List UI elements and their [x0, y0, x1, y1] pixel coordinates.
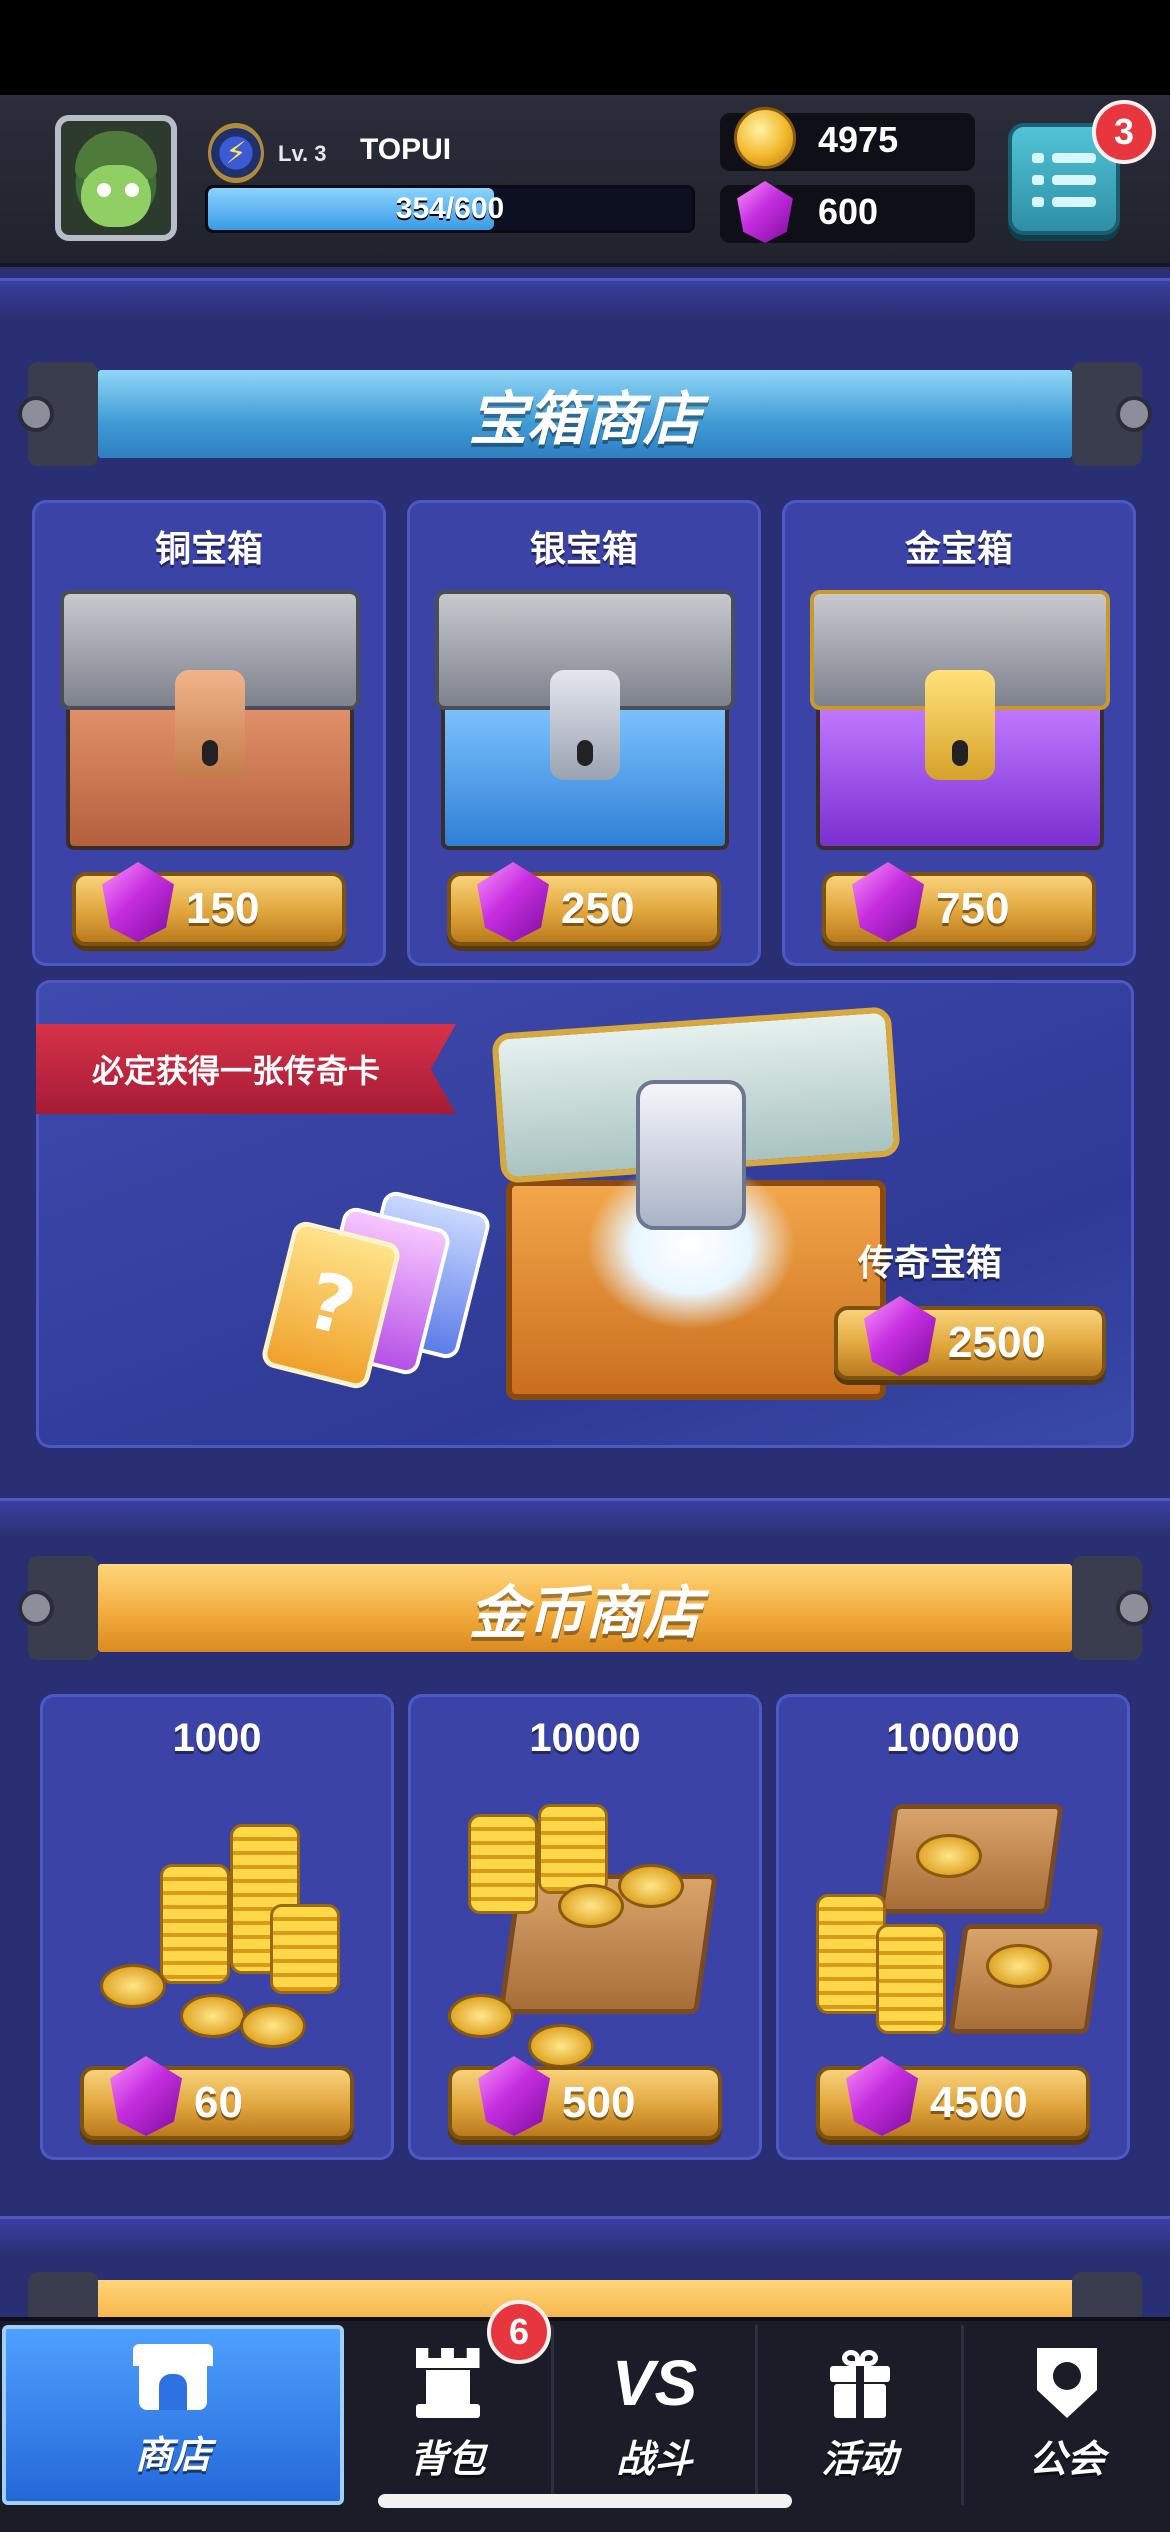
tab-label: 公会 [1028, 2437, 1105, 2481]
price-value: 4500 [930, 2078, 1028, 2127]
buy-gold-chest-button[interactable]: 750 [822, 862, 1096, 946]
bronze-chest-icon [60, 590, 360, 850]
tab-label: 背包 [409, 2437, 486, 2481]
chest-name: 铜宝箱 [154, 529, 263, 570]
tab-shop[interactable]: 商店 [2, 2325, 344, 2505]
gem-icon [477, 862, 549, 942]
coin-pack-amount: 1000 [172, 1716, 262, 1760]
chest-name: 银宝箱 [529, 529, 638, 570]
section-divider [0, 2216, 1170, 2256]
buy-coin-pack-medium-button[interactable]: 500 [448, 2056, 722, 2140]
player-level: Lv. 3 [278, 141, 327, 166]
coin-pack-medium-card[interactable]: 10000 500 [408, 1694, 762, 2160]
section-divider [0, 1498, 1170, 1538]
gem-icon [852, 862, 924, 942]
tab-label: 商店 [134, 2433, 211, 2477]
player-name: TOPUI [360, 133, 452, 166]
shop-icon [133, 2344, 213, 2414]
coin-balance[interactable]: 4975 [720, 107, 975, 171]
coin-shop-banner: 金币商店 [18, 1556, 1152, 1660]
vs-icon: VS [611, 2347, 698, 2419]
coin-icon [734, 107, 796, 169]
silver-chest-card[interactable]: 银宝箱 250 [407, 500, 761, 966]
buy-coin-pack-large-button[interactable]: 4500 [816, 2056, 1090, 2140]
price-value: 750 [936, 884, 1010, 933]
coin-pack-small-card[interactable]: 1000 60 [40, 1694, 394, 2160]
legendary-chest-name: 传奇宝箱 [858, 1243, 1003, 1284]
buy-legendary-chest-button[interactable]: 2500 [834, 1296, 1106, 1380]
gem-icon [846, 2056, 918, 2136]
player-avatar[interactable] [55, 115, 177, 241]
coin-crates-icon [816, 1794, 1104, 2044]
legendary-ribbon: 必定获得一张传奇卡 [36, 1024, 456, 1114]
coin-pack-amount: 10000 [529, 1716, 641, 1760]
coin-pile-icon [80, 1794, 354, 2048]
coin-crate-icon [448, 1794, 722, 2068]
chest-shop-title: 宝箱商店 [468, 385, 701, 453]
lightning-level-icon: ⚡ [208, 123, 264, 183]
price-value: 250 [561, 884, 635, 933]
gem-balance[interactable]: 600 [720, 181, 975, 243]
section-divider [0, 278, 1170, 318]
top-header: ⚡ Lv. 3 TOPUI 354/600 4975 600 [0, 95, 1170, 267]
guild-shield-icon [1027, 2348, 1107, 2418]
xp-progress-bar: 354/600 [205, 185, 695, 233]
gift-icon [820, 2348, 900, 2418]
tab-guild[interactable]: 公会 [964, 2325, 1170, 2505]
xp-progress-text: 354/600 [395, 192, 505, 225]
tab-events[interactable]: 活动 [758, 2325, 964, 2505]
coin-shop-title: 金币商店 [468, 1579, 701, 1647]
gold-chest-card[interactable]: 金宝箱 750 [782, 500, 1136, 966]
price-value: 2500 [948, 1318, 1046, 1367]
silver-chest-icon [435, 590, 735, 850]
chest-shop-banner: 宝箱商店 [18, 362, 1152, 466]
coin-pack-large-card[interactable]: 100000 4500 [776, 1694, 1130, 2160]
legendary-chest-card[interactable]: 必定获得一张传奇卡 ? 传奇宝箱 2500 [36, 980, 1134, 1448]
tab-battle[interactable]: VS 战斗 [554, 2325, 758, 2505]
backpack-notification-badge: 6 [487, 2300, 551, 2364]
coin-pack-amount: 100000 [886, 1716, 1020, 1760]
buy-bronze-chest-button[interactable]: 150 [72, 862, 346, 946]
chest-name: 金宝箱 [904, 529, 1013, 570]
price-value: 150 [186, 884, 260, 933]
menu-notification-badge: 3 [1092, 100, 1156, 164]
gem-icon [110, 2056, 182, 2136]
backpack-tower-icon [408, 2348, 488, 2418]
price-value: 500 [562, 2078, 636, 2127]
gem-icon [478, 2056, 550, 2136]
home-indicator [378, 2494, 792, 2508]
bronze-chest-card[interactable]: 铜宝箱 150 [32, 500, 386, 966]
tab-label: 战斗 [616, 2437, 693, 2481]
buy-silver-chest-button[interactable]: 250 [447, 862, 721, 946]
mystery-cards-icon: ? [256, 1188, 493, 1392]
gem-value: 600 [818, 191, 879, 232]
gem-icon [864, 1296, 936, 1376]
gem-icon [737, 181, 793, 243]
gold-chest-icon [810, 590, 1110, 850]
status-bar [0, 0, 1170, 95]
coin-value: 4975 [818, 119, 899, 160]
gem-icon [102, 862, 174, 942]
buy-coin-pack-small-button[interactable]: 60 [80, 2056, 354, 2140]
price-value: 60 [194, 2078, 243, 2127]
tab-label: 活动 [821, 2437, 898, 2481]
